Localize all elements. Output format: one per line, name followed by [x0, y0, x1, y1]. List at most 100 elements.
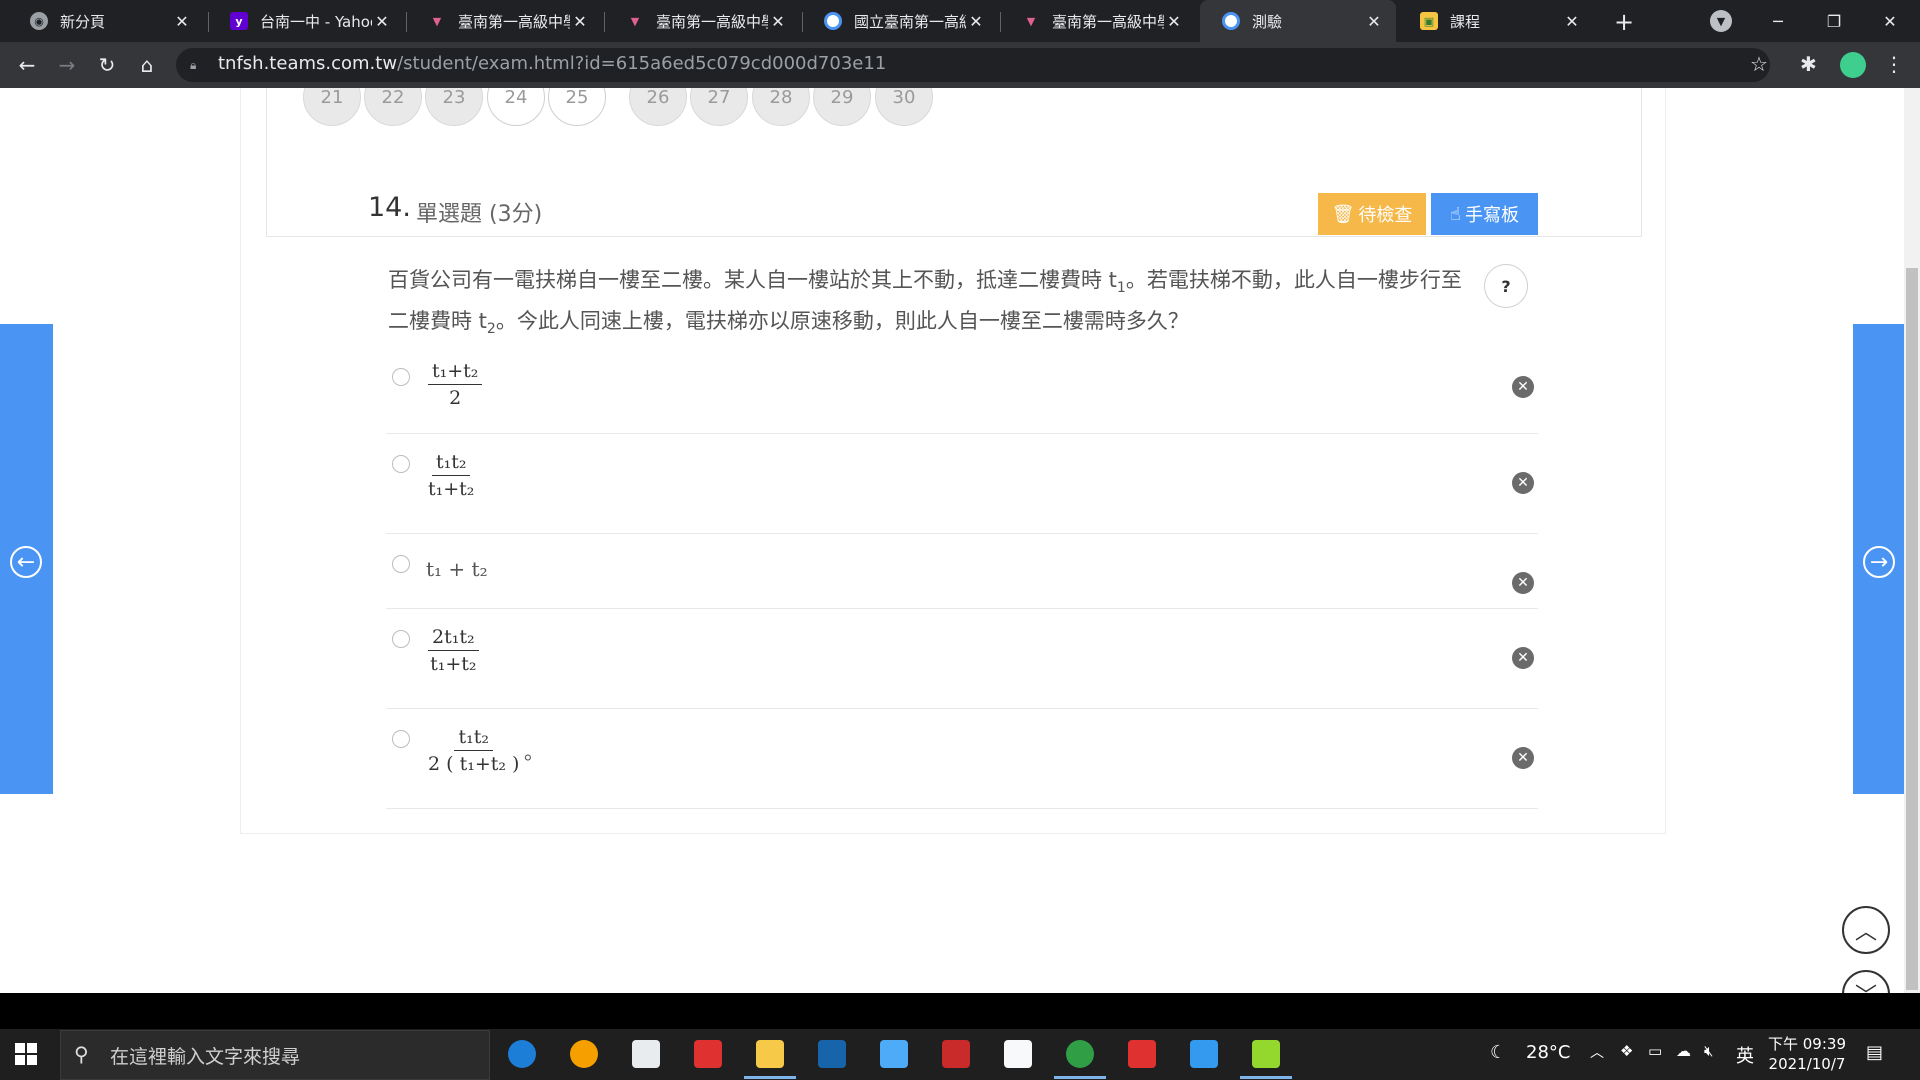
option-radio[interactable] — [392, 368, 410, 386]
handwriting-button[interactable]: ☝︎ 手寫板 — [1431, 193, 1538, 235]
windows-start-icon[interactable] — [14, 1042, 38, 1066]
question-nav-25[interactable]: 25 — [548, 88, 606, 126]
globe-icon: ◉ — [30, 12, 48, 30]
answer-option-5[interactable]: t₁t₂ 2 ( t₁+t₂ ) 。 ✕ — [386, 708, 1538, 809]
google-icon[interactable] — [1004, 1040, 1032, 1068]
answer-option-1[interactable]: t₁+t₂ 2 ✕ — [386, 350, 1538, 434]
eliminate-option-icon[interactable]: ✕ — [1512, 472, 1534, 494]
option-fraction: t₁t₂ 2 ( t₁+t₂ ) — [428, 726, 519, 775]
browser-tab-8[interactable]: ▣ 課程 ✕ — [1398, 0, 1594, 42]
bookmark-star-icon[interactable]: ☆ — [1750, 52, 1768, 76]
tray-chevron-icon[interactable]: ︿ — [1590, 1042, 1604, 1062]
browser-tab-3[interactable]: ▼ 臺南第一高級中學 ✕ — [406, 0, 602, 42]
school-icon: ▼ — [432, 14, 442, 28]
new-tab-button[interactable]: + — [1610, 8, 1638, 36]
taskbar-clock[interactable]: 下午 09:39 2021/10/7 — [1768, 1034, 1846, 1074]
arrow-right-icon[interactable]: → — [1863, 546, 1895, 578]
question-nav-26[interactable]: 26 — [629, 88, 687, 126]
question-nav-21[interactable]: 21 — [303, 88, 361, 126]
browser-tab-1[interactable]: ◉ 新分頁 ✕ — [8, 0, 204, 42]
question-text-part: 。今此人同速上樓，電扶梯亦以原速移動，則此人自一樓至二樓需時多久？ — [495, 309, 1189, 334]
lock-icon[interactable]: 🔒︎ — [190, 58, 204, 72]
extensions-puzzle-icon[interactable]: ✱ — [1800, 52, 1817, 76]
volume-muted-icon[interactable]: 🔇︎ — [1704, 1042, 1713, 1060]
close-icon[interactable]: ✕ — [372, 11, 392, 31]
battery-icon[interactable]: ▭ — [1648, 1042, 1662, 1060]
edge-icon[interactable] — [508, 1040, 536, 1068]
question-text-part: 百貨公司有一電扶梯自一樓至二樓。某人自一樓站於其上不動，抵達二樓費時 t — [388, 268, 1117, 292]
close-icon[interactable]: ✕ — [1562, 11, 1582, 31]
option-radio[interactable] — [392, 630, 410, 648]
scrollbar-thumb[interactable] — [1906, 268, 1918, 990]
fraction-numerator: 2t₁t₂ — [428, 626, 479, 651]
help-button[interactable]: ? — [1484, 264, 1528, 308]
kebab-menu-icon[interactable]: ⋮ — [1884, 52, 1904, 76]
onedrive-cloud-icon[interactable]: ☁ — [1676, 1042, 1691, 1060]
chrome-icon[interactable] — [1066, 1040, 1094, 1068]
eliminate-option-icon[interactable]: ✕ — [1512, 647, 1534, 669]
forward-icon[interactable]: → — [52, 50, 82, 80]
gift-icon[interactable] — [942, 1040, 970, 1068]
school-icon: ▼ — [1026, 14, 1036, 28]
window-close-button[interactable]: ✕ — [1870, 6, 1910, 36]
browser-tab-6[interactable]: ▼ 臺南第一高級中學 ✕ — [1000, 0, 1196, 42]
mail-icon[interactable] — [880, 1040, 908, 1068]
close-icon[interactable]: ✕ — [1364, 11, 1384, 31]
browser-tab-4[interactable]: ▼ 臺南第一高級中學 ✕ — [604, 0, 800, 42]
close-icon[interactable]: ✕ — [768, 11, 788, 31]
profile-avatar[interactable] — [1840, 52, 1866, 78]
question-nav-30[interactable]: 30 — [875, 88, 933, 126]
question-nav-27[interactable]: 27 — [690, 88, 748, 126]
close-icon[interactable]: ✕ — [172, 11, 192, 31]
option-radio[interactable] — [392, 730, 410, 748]
tab-search-icon[interactable]: ▼ — [1710, 10, 1732, 32]
reload-icon[interactable]: ↻ — [92, 50, 122, 80]
yahoo-icon: y — [230, 12, 248, 30]
store-icon[interactable] — [632, 1040, 660, 1068]
restore-button[interactable]: ❐ — [1814, 6, 1854, 36]
scroll-top-button[interactable]: ︿ — [1842, 906, 1890, 954]
question-nav-29[interactable]: 29 — [813, 88, 871, 126]
answer-option-2[interactable]: t₁t₂ t₁+t₂ ✕ — [386, 433, 1538, 534]
close-icon[interactable]: ✕ — [1164, 11, 1184, 31]
back-icon[interactable]: ← — [12, 50, 42, 80]
close-icon[interactable]: ✕ — [570, 11, 590, 31]
close-icon[interactable]: ✕ — [966, 11, 986, 31]
option-radio[interactable] — [392, 455, 410, 473]
brave-icon[interactable] — [570, 1040, 598, 1068]
photos-icon[interactable] — [1190, 1040, 1218, 1068]
next-question-panel[interactable]: → — [1853, 324, 1906, 794]
weather-temperature[interactable]: 28°C — [1526, 1042, 1570, 1063]
browser-tab-5[interactable]: 國立臺南第一高級 ✕ — [802, 0, 998, 42]
browser-tab-2[interactable]: y 台南一中 - Yahoo ✕ — [208, 0, 404, 42]
home-icon[interactable]: ⌂ — [132, 50, 162, 80]
question-nav-28[interactable]: 28 — [752, 88, 810, 126]
url-text[interactable]: tnfsh.teams.com.tw/student/exam.html?id=… — [218, 53, 886, 74]
weather-moon-icon[interactable]: ☾ — [1490, 1042, 1506, 1063]
pending-check-button[interactable]: 🗑︎ 待檢查 — [1318, 193, 1426, 235]
ime-indicator[interactable]: 英 — [1736, 1042, 1754, 1068]
eliminate-option-icon[interactable]: ✕ — [1512, 572, 1534, 594]
eliminate-option-icon[interactable]: ✕ — [1512, 376, 1534, 398]
minimize-button[interactable]: ─ — [1758, 6, 1798, 36]
arrow-left-icon[interactable]: ← — [10, 546, 42, 578]
question-nav-22[interactable]: 22 — [364, 88, 422, 126]
dropbox-icon[interactable]: ❖ — [1620, 1042, 1633, 1060]
scroll-bottom-button[interactable]: ﹀ — [1842, 970, 1890, 994]
layers-app-icon[interactable] — [1252, 1040, 1280, 1068]
question-subscript: 2 — [486, 321, 496, 338]
answer-option-4[interactable]: 2t₁t₂ t₁+t₂ ✕ — [386, 608, 1538, 709]
eliminate-option-icon[interactable]: ✕ — [1512, 747, 1534, 769]
dev-icon[interactable] — [818, 1040, 846, 1068]
answer-option-3[interactable]: t₁ + t₂ ✕ — [386, 533, 1538, 609]
question-nav-24[interactable]: 24 — [487, 88, 545, 126]
tab-title: 測驗 — [1252, 12, 1283, 31]
browser-tab-active[interactable]: 測驗 ✕ — [1200, 0, 1396, 42]
previous-question-panel[interactable]: ← — [0, 324, 53, 794]
file-explorer-icon[interactable] — [756, 1040, 784, 1068]
presentation-icon[interactable] — [1128, 1040, 1156, 1068]
question-nav-23[interactable]: 23 — [425, 88, 483, 126]
notification-center-icon[interactable]: ▤ — [1866, 1042, 1883, 1063]
option-radio[interactable] — [392, 555, 410, 573]
office-icon[interactable] — [694, 1040, 722, 1068]
